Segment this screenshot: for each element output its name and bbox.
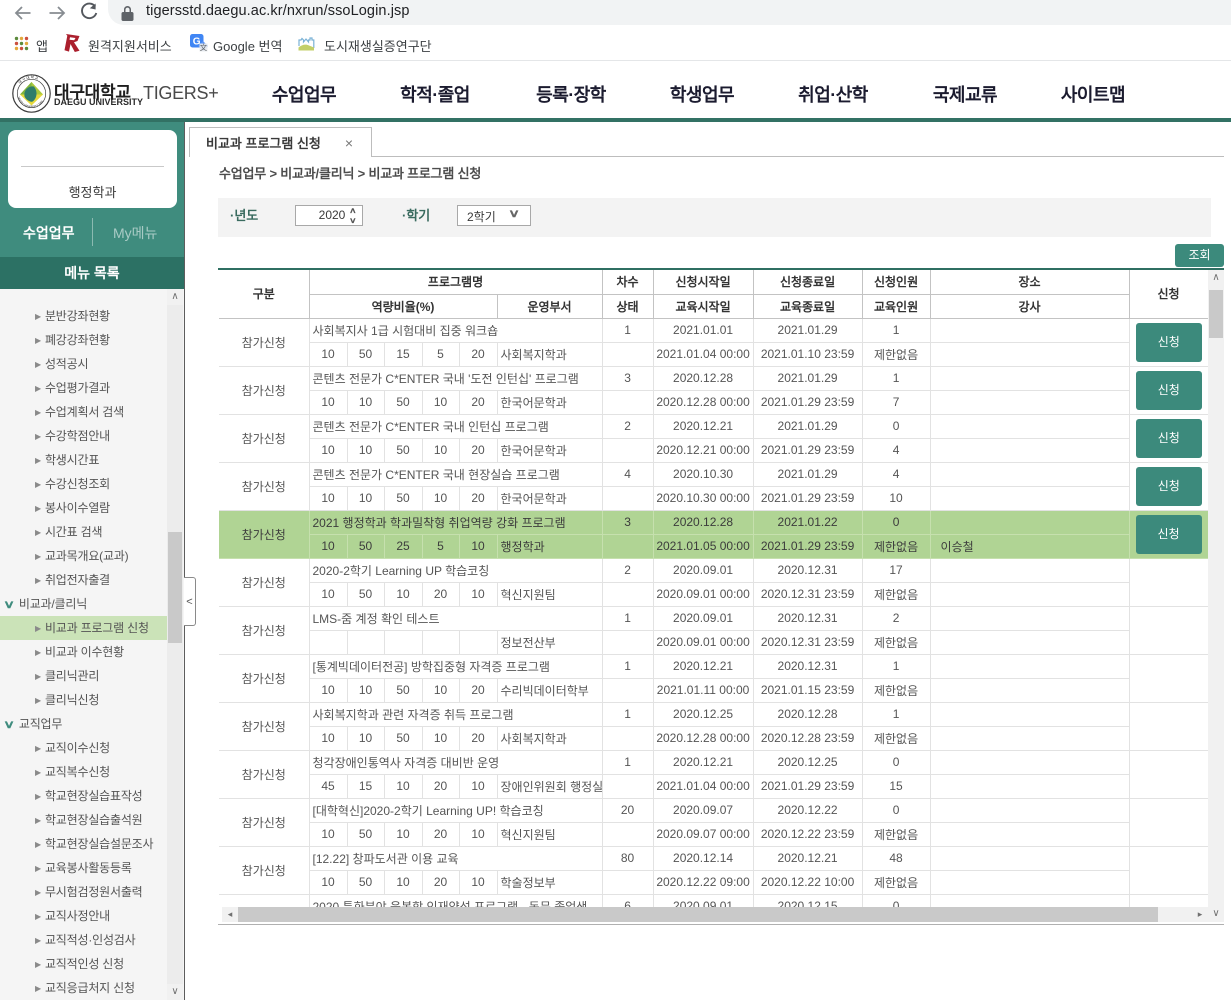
svg-text:文: 文 [200, 42, 208, 52]
